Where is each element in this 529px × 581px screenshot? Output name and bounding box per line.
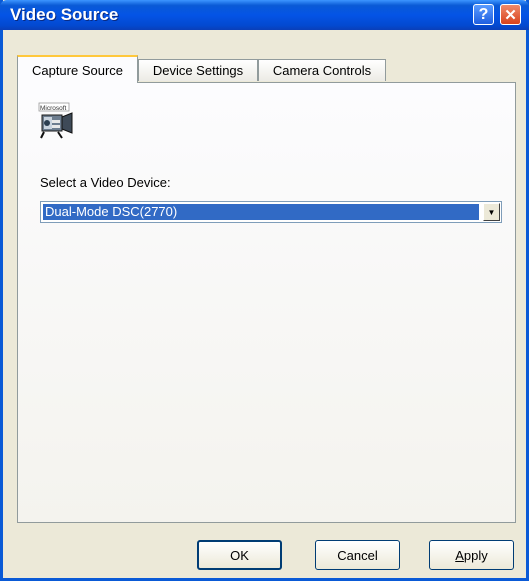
cancel-label: Cancel <box>337 547 378 563</box>
microsoft-icon-text: Microsoft <box>40 105 67 112</box>
window-title: Video Source <box>10 5 119 24</box>
ok-label: OK <box>230 547 249 563</box>
video-camera-icon: Microsoft <box>38 101 78 141</box>
video-source-dialog: Video Source ? ✕ Capture Source Device S… <box>0 0 529 581</box>
tab-label: Capture Source <box>31 62 124 78</box>
ok-button[interactable]: OK <box>197 540 282 570</box>
chevron-down-icon: ▼ <box>487 207 496 217</box>
tab-label: Camera Controls <box>272 63 372 78</box>
tab-label: Device Settings <box>152 63 244 78</box>
close-button[interactable]: ✕ <box>500 4 521 25</box>
apply-label: Apply <box>455 547 488 563</box>
tab-device-settings[interactable]: Device Settings <box>138 59 258 81</box>
video-device-value: Dual-Mode DSC(2770) <box>43 204 479 220</box>
help-button[interactable]: ? <box>473 4 494 25</box>
close-icon: ✕ <box>504 6 517 24</box>
capture-source-panel: Microsoft Select a Video Device: Dual-Mo… <box>17 82 516 523</box>
help-icon: ? <box>478 5 489 23</box>
cancel-button[interactable]: Cancel <box>315 540 400 570</box>
video-device-select[interactable]: Dual-Mode DSC(2770) ▼ <box>40 201 502 223</box>
select-device-label: Select a Video Device: <box>40 175 171 190</box>
tab-capture-source[interactable]: Capture Source <box>17 55 138 83</box>
tab-camera-controls[interactable]: Camera Controls <box>258 59 386 81</box>
dropdown-arrow-button[interactable]: ▼ <box>483 203 500 221</box>
title-bar[interactable]: Video Source ? ✕ <box>0 0 529 30</box>
apply-button[interactable]: Apply <box>429 540 514 570</box>
